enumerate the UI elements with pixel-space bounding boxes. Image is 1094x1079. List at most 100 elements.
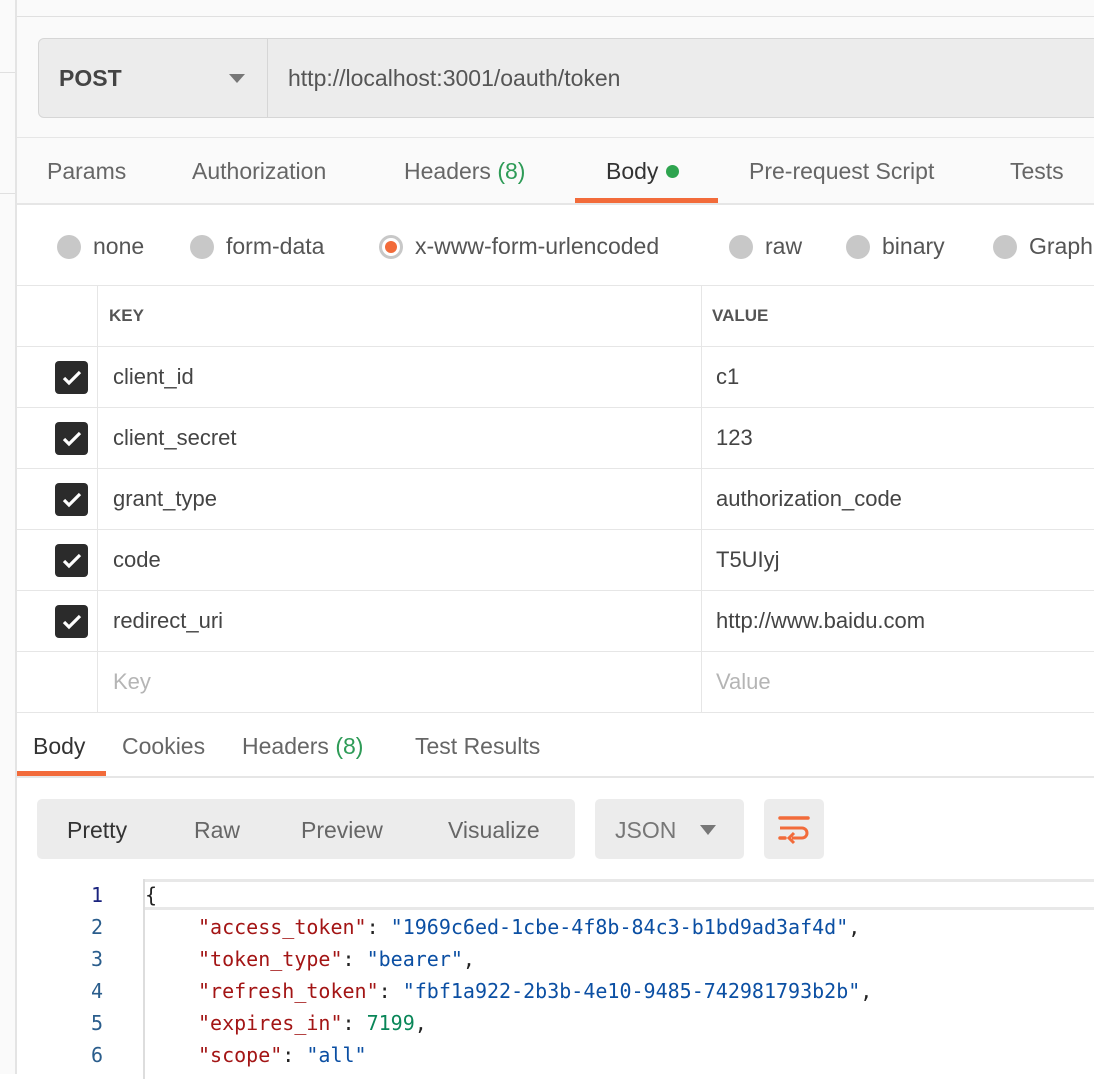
- params-table: KEY VALUE client_id c1 client_secret 123 …: [17, 286, 1094, 713]
- key-cell[interactable]: code: [113, 530, 161, 590]
- json-key: "token_type": [198, 947, 343, 971]
- checkmark-icon: [62, 553, 81, 568]
- table-row: client_id c1: [17, 347, 1094, 408]
- response-tab-test-results[interactable]: Test Results: [415, 713, 540, 776]
- checkmark-icon: [62, 492, 81, 507]
- tab-authorization[interactable]: Authorization: [192, 138, 326, 203]
- sidebar-edge: [0, 0, 17, 1074]
- table-header: KEY VALUE: [17, 286, 1094, 347]
- json-key: "scope": [198, 1043, 283, 1067]
- tab-label: Headers: [242, 733, 329, 759]
- new-value-input[interactable]: Value: [716, 652, 771, 712]
- value-cell[interactable]: authorization_code: [716, 469, 902, 529]
- headers-count: (8): [335, 733, 364, 759]
- line-number: 5: [90, 1011, 103, 1035]
- view-preview-button[interactable]: Preview: [301, 799, 383, 861]
- key-cell[interactable]: grant_type: [113, 469, 217, 529]
- tab-headers[interactable]: Headers (8): [404, 138, 525, 203]
- response-tab-cookies[interactable]: Cookies: [122, 713, 205, 776]
- code-line: 4 "refresh_token": "fbf1a922-2b3b-4e10-94…: [17, 975, 1094, 1007]
- radio-label: none: [93, 233, 145, 259]
- tab-tests[interactable]: Tests: [1010, 138, 1064, 203]
- code-line: 5 "expires_in": 7199,: [17, 1007, 1094, 1039]
- view-visualize-button[interactable]: Visualize: [448, 799, 540, 861]
- view-mode-group: Pretty Raw Preview Visualize: [37, 799, 575, 859]
- checkmark-icon: [62, 370, 81, 385]
- new-key-input[interactable]: Key: [113, 652, 151, 712]
- radio-icon: [729, 234, 753, 259]
- key-cell[interactable]: client_secret: [113, 408, 237, 468]
- row-checkbox[interactable]: [55, 422, 88, 455]
- radio-icon: [846, 234, 870, 259]
- value-cell[interactable]: 123: [716, 408, 753, 468]
- radio-raw[interactable]: raw: [729, 233, 802, 260]
- response-tab-headers[interactable]: Headers (8): [242, 713, 363, 776]
- json-key: "expires_in": [198, 1011, 343, 1035]
- line-number: 3: [90, 947, 103, 971]
- active-tab-underline: [575, 198, 718, 203]
- code-line: 6 "scope": "all": [17, 1039, 1094, 1071]
- radio-selected-icon: [379, 234, 403, 259]
- row-checkbox[interactable]: [55, 483, 88, 516]
- value-cell[interactable]: http://www.baidu.com: [716, 591, 925, 651]
- table-row: grant_type authorization_code: [17, 469, 1094, 530]
- value-cell[interactable]: c1: [716, 347, 739, 407]
- value-header: VALUE: [712, 306, 769, 325]
- table-row: client_secret 123: [17, 408, 1094, 469]
- json-comma: ,: [848, 915, 861, 939]
- tab-pre-request-script[interactable]: Pre-request Script: [749, 138, 934, 203]
- row-checkbox[interactable]: [55, 544, 88, 577]
- table-row: code T5UIyj: [17, 530, 1094, 591]
- format-select[interactable]: JSON: [595, 799, 744, 859]
- view-pretty-button[interactable]: Pretty: [67, 799, 127, 861]
- url-bar: POST http://localhost:3001/oauth/token: [38, 38, 1094, 118]
- json-value: "bearer": [366, 947, 463, 971]
- json-value: "fbf1a922-2b3b-4e10-9485-742981793b2b": [402, 979, 861, 1003]
- radio-label: form-data: [226, 233, 325, 259]
- json-comma: ,: [414, 1011, 427, 1035]
- radio-graphql[interactable]: GraphQL: [993, 233, 1094, 260]
- radio-label: raw: [765, 233, 803, 259]
- line-number: 6: [90, 1043, 103, 1067]
- row-checkbox[interactable]: [55, 605, 88, 638]
- radio-icon: [190, 234, 214, 259]
- checkmark-icon: [62, 431, 81, 446]
- radio-binary[interactable]: binary: [846, 233, 945, 260]
- tab-body[interactable]: Body: [606, 138, 680, 203]
- chevron-down-icon: [229, 74, 245, 83]
- method-label: POST: [59, 64, 122, 91]
- view-raw-button[interactable]: Raw: [194, 799, 240, 861]
- chevron-down-icon: [700, 825, 716, 835]
- line-number: 2: [90, 915, 103, 939]
- line-number: 4: [90, 979, 103, 1003]
- active-dot-icon: [666, 165, 680, 178]
- checkmark-icon: [62, 614, 81, 629]
- url-input[interactable]: http://localhost:3001/oauth/token: [268, 39, 620, 117]
- tab-params[interactable]: Params: [47, 138, 126, 203]
- body-type-radios: none form-data x-www-form-urlencoded raw…: [17, 205, 1094, 286]
- radio-label: GraphQL: [1029, 233, 1094, 259]
- radio-form-data[interactable]: form-data: [190, 233, 324, 260]
- format-label: JSON: [615, 817, 677, 843]
- key-cell[interactable]: client_id: [113, 347, 194, 407]
- table-row-new: Key Value: [17, 652, 1094, 713]
- response-tabs: Body Cookies Headers (8) Test Results: [17, 713, 1094, 778]
- method-select[interactable]: POST: [39, 39, 268, 117]
- code-line: 1{: [17, 879, 1094, 911]
- radio-x-www-form-urlencoded[interactable]: x-www-form-urlencoded: [379, 233, 659, 260]
- json-brace: {: [145, 883, 158, 907]
- json-key: "refresh_token": [198, 979, 379, 1003]
- response-tab-body[interactable]: Body: [33, 713, 85, 776]
- value-cell[interactable]: T5UIyj: [716, 530, 780, 590]
- radio-label: x-www-form-urlencoded: [415, 233, 660, 259]
- row-checkbox[interactable]: [55, 361, 88, 394]
- radio-label: binary: [882, 233, 945, 259]
- json-value: "all": [306, 1043, 367, 1067]
- wrap-lines-button[interactable]: [764, 799, 824, 859]
- json-key: "access_token": [198, 915, 367, 939]
- wrap-lines-icon: [778, 816, 810, 845]
- code-line: 3 "token_type": "bearer",: [17, 943, 1094, 975]
- radio-none[interactable]: none: [57, 233, 144, 260]
- tab-label: Body: [606, 158, 659, 184]
- key-cell[interactable]: redirect_uri: [113, 591, 223, 651]
